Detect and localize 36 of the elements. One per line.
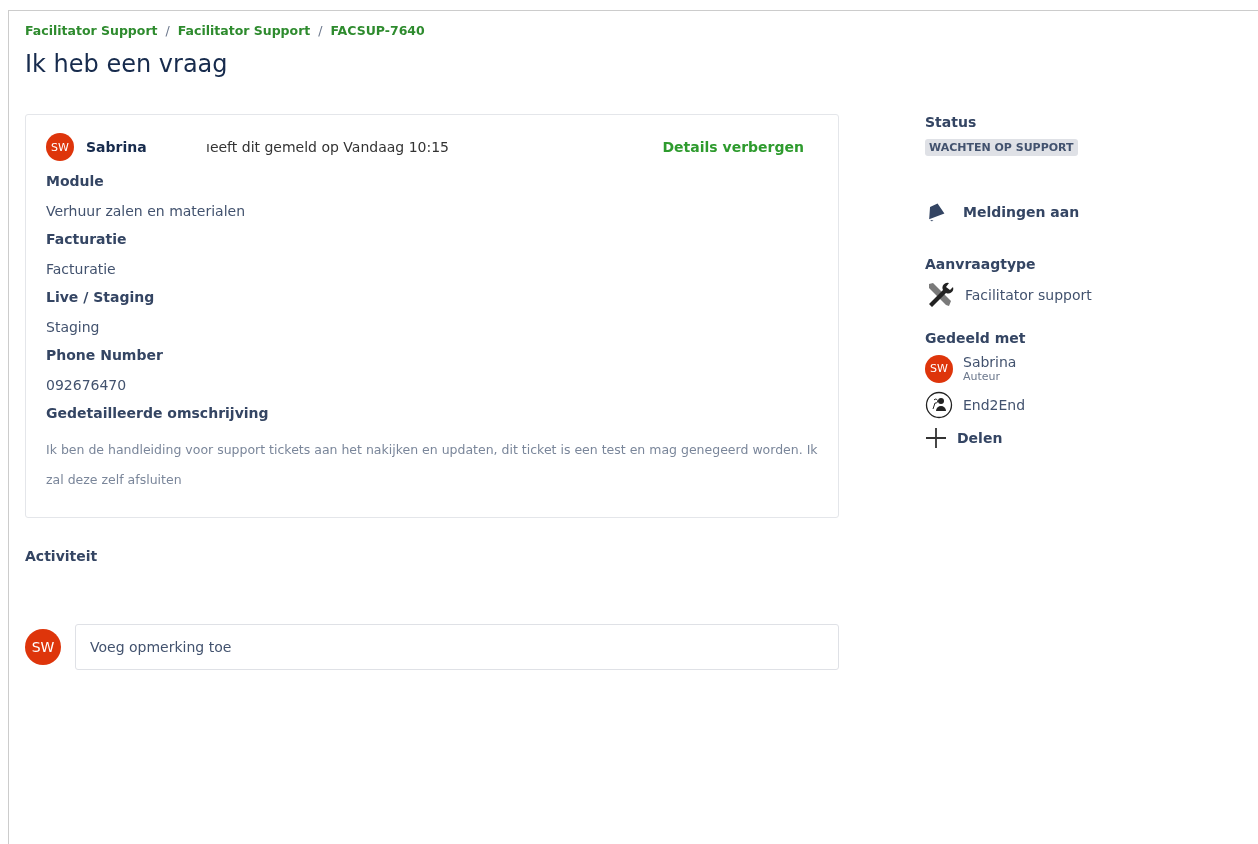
- group-icon: [925, 391, 953, 419]
- participant-role: Auteur: [963, 370, 1002, 383]
- page-title: Ik heb een vraag: [25, 50, 229, 78]
- field-value: Verhuur zalen en materialen: [46, 203, 247, 219]
- details-link[interactable]: Details verbergen: [662, 139, 804, 155]
- share-button[interactable]: Delen: [957, 430, 1003, 446]
- breadcrumb-link[interactable]: Facilitator Support: [177, 23, 311, 38]
- field-value: Ik ben de handleiding voor support tickets aan het nakijken en updaten, dit ticket is een test en mag genegeerd worden. Ik zal deze zelf afsluiten: [46, 441, 818, 489]
- breadcrumb-link[interactable]: FACSUP-7640: [330, 23, 425, 38]
- avatar-icon: SW: [46, 133, 74, 161]
- avatar-icon: SW: [925, 354, 953, 383]
- field-value: Staging: [46, 319, 101, 335]
- field-label: Gedetailleerde omschrijving: [46, 405, 270, 421]
- field-label: Phone Number: [46, 347, 164, 363]
- comment-field[interactable]: Voeg opmerking toe: [75, 624, 839, 670]
- breadcrumb-separator: /: [165, 23, 170, 38]
- field-value: 092676470: [46, 377, 128, 393]
- activity-heading: Activiteit: [25, 548, 99, 564]
- status-label: Status: [925, 114, 978, 130]
- request-type-value: Facilitator support: [965, 287, 1092, 303]
- notifications-button[interactable]: Meldingen aan: [963, 204, 1080, 220]
- field-label: Facturatie: [46, 231, 128, 247]
- participant-name: End2End: [963, 397, 1026, 413]
- field-label: Live / Staging: [46, 289, 156, 305]
- status-badge: WACHTEN OP SUPPORT: [925, 139, 1078, 156]
- field-label: Module: [46, 173, 105, 189]
- field-value: Facturatie: [46, 261, 117, 277]
- breadcrumb-link[interactable]: Facilitator Support: [25, 23, 158, 38]
- participant-name: Sabrina: [963, 354, 1017, 370]
- plus-icon: [925, 427, 947, 449]
- request-type-label: Aanvraagtype: [925, 256, 1037, 272]
- avatar-icon: SW: [25, 629, 61, 665]
- breadcrumb-separator: /: [318, 23, 323, 38]
- reporter-name: Sabrina: [86, 139, 148, 155]
- shared-label: Gedeeld met: [925, 330, 1027, 346]
- reported-text: ıeeft dit gemeld op Vandaag 10:15: [206, 139, 450, 155]
